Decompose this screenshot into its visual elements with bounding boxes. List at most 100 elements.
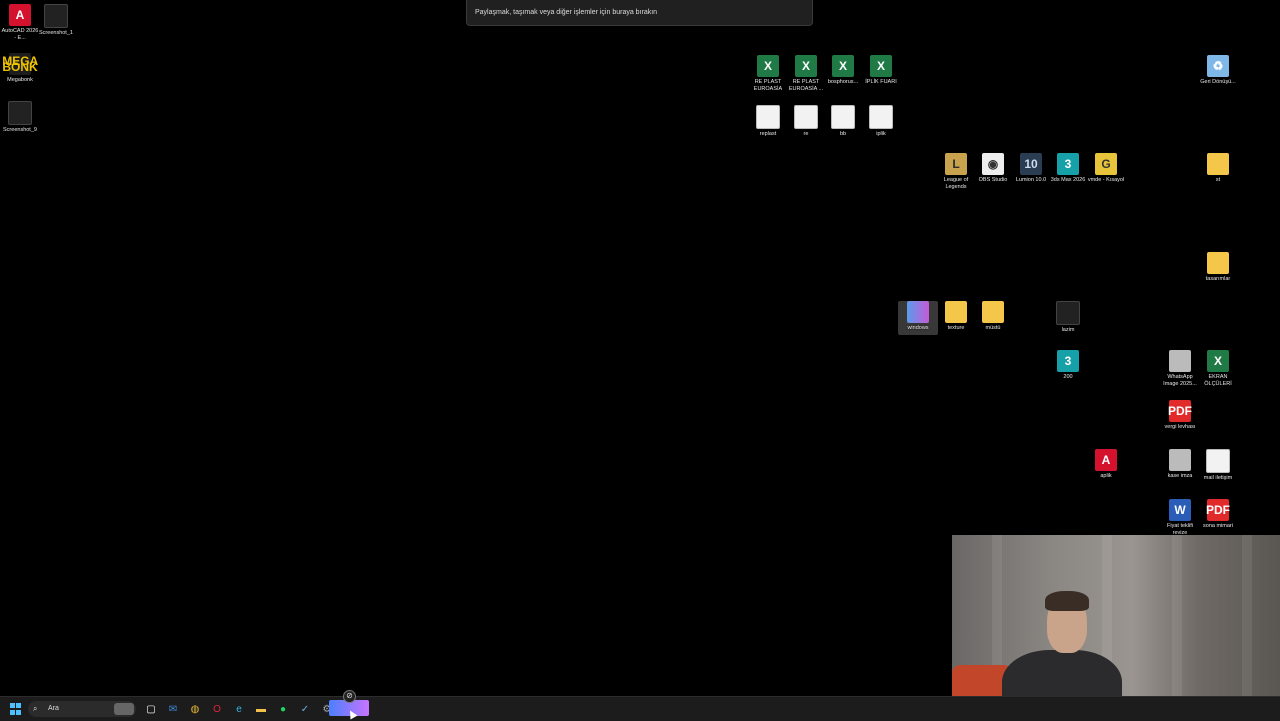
icon-label: replast [759, 131, 777, 137]
desktop-icon-screenshot-9[interactable]: Screenshot_9 [0, 101, 40, 134]
desktop-icon-vmde[interactable]: G vmde - Kısayol [1086, 153, 1126, 184]
desktop-icon-mail-iletisim[interactable]: mail iletişim [1198, 449, 1238, 482]
desktop-icon-replast[interactable]: replast [748, 105, 788, 138]
desktop-icon-max-200[interactable]: 3 200 [1048, 350, 1088, 381]
drop-to-share-toast[interactable]: Paylaşmak, taşımak veya diğer işlemler i… [466, 0, 813, 26]
desktop-icon-autocad[interactable]: A AutoCAD 2026 - E... [0, 4, 40, 42]
desktop-icon-texture-folder[interactable]: texture [936, 301, 976, 332]
task-view-icon[interactable]: ▢ [144, 702, 158, 716]
desktop-icon-megabonk[interactable]: MEGA BONK Megabonk [0, 53, 40, 84]
outlook-icon[interactable]: ✉ [166, 702, 180, 716]
search-placeholder: Ara [48, 705, 59, 712]
desktop-icon-whatsapp-image[interactable]: WhatsApp Image 2025... [1160, 350, 1200, 388]
desktop-icon-3ds-max-2026[interactable]: 3 3ds Max 2026 [1048, 153, 1088, 184]
screenshot-icon [8, 101, 32, 125]
taskbar: ⌕ Ara ▢ ✉ ◍ O e ▬ ● ✓ ⚙ [0, 696, 1280, 721]
excel-file-icon: X [795, 55, 817, 77]
desktop-icon-excel-replast-euroasia[interactable]: X RE PLAST EUROASİA [748, 55, 788, 93]
icon-label: iplik [876, 131, 886, 137]
curtain-fold [1242, 535, 1252, 720]
icon-label: st [1215, 177, 1221, 183]
desktop-icon-excel-iplik-fuari[interactable]: X İPLİK FUARI [861, 55, 901, 86]
icon-label: bosphorus... [827, 79, 859, 85]
file-explorer-icon[interactable]: ▬ [254, 702, 268, 716]
desktop-icon-fiyat-teklifi[interactable]: W Fiyat teklifi revize [1160, 499, 1200, 535]
folder-icon [982, 301, 1004, 323]
vmde-icon: G [1095, 153, 1117, 175]
excel-file-icon: X [1207, 350, 1229, 372]
screenshot-icon [1056, 301, 1080, 325]
desktop-icon-lumion[interactable]: 10 Lumion 10.0 [1011, 153, 1051, 184]
icon-label: bb [839, 131, 847, 137]
icon-label: sona mimari [1203, 523, 1233, 529]
steam-icon[interactable]: ✓ [298, 702, 312, 716]
icon-label: Screenshot_9 [3, 127, 37, 133]
word-file-icon: W [1169, 499, 1191, 521]
excel-file-icon: X [870, 55, 892, 77]
icon-label: Screenshot_1 [39, 30, 73, 36]
desktop-icon-ekran-olculeri[interactable]: X EKRAN ÖLÇÜLERİ [1198, 350, 1238, 388]
chrome-icon[interactable]: ◍ [188, 702, 202, 716]
desktop-icon-obs-studio[interactable]: ◉ OBS Studio [973, 153, 1013, 184]
desktop-icon-screenshot-1[interactable]: Screenshot_1 [36, 4, 76, 37]
image-file-icon [1169, 350, 1191, 372]
icon-label: vergi levhası [1164, 424, 1196, 430]
icon-label: Fiyat teklifi revize [1167, 523, 1193, 535]
desktop-icon-aplik[interactable]: A aplik [1086, 449, 1126, 480]
text-file-icon [831, 105, 855, 129]
icon-label: müstü [985, 325, 1001, 331]
desktop-icon-excel-bosphorus[interactable]: X bosphorus... [823, 55, 863, 86]
icon-label: re [803, 131, 809, 137]
desktop-icon-sona-mimari[interactable]: PDF sona mimari [1198, 499, 1238, 535]
icon-label: mail iletişim [1203, 475, 1233, 481]
windows-logo-icon [10, 703, 15, 708]
desktop-icon-recycle-bin[interactable]: ♻ Geri Dönüşü... [1198, 55, 1238, 86]
search-highlight-image [114, 703, 134, 715]
toast-text: Paylaşmak, taşımak veya diğer işlemler i… [475, 9, 658, 16]
desktop-icon-re[interactable]: re [786, 105, 826, 138]
folder-icon [1207, 252, 1229, 274]
pdf-file-icon: PDF [1168, 400, 1192, 422]
desktop-icon-windows-selected[interactable]: windows [898, 301, 938, 335]
search-icon: ⌕ [33, 704, 38, 713]
desktop-icon-iplik[interactable]: iplik [861, 105, 901, 138]
lumion-icon: 10 [1020, 153, 1042, 175]
webcam-overlay [952, 535, 1280, 720]
desktop-icon-kase-imza[interactable]: kase imza [1160, 449, 1200, 480]
drag-no-drop-icon: ⊘ [343, 690, 356, 703]
autocad-icon: A [9, 4, 31, 26]
icon-label: Megabonk [7, 77, 33, 83]
desktop-icon-st-folder[interactable]: st [1198, 153, 1238, 184]
recycle-bin-icon: ♻ [1207, 55, 1229, 77]
excel-file-icon: X [757, 55, 779, 77]
edge-icon[interactable]: e [232, 702, 246, 716]
desktop-icon-vergi-levhasi[interactable]: PDF vergi levhası [1160, 400, 1200, 431]
spotify-icon[interactable]: ● [276, 702, 290, 716]
autocad-file-icon: A [1095, 449, 1117, 471]
3ds-max-icon: 3 [1057, 153, 1079, 175]
desktop-icon-bb[interactable]: bb [823, 105, 863, 138]
text-file-icon [756, 105, 780, 129]
icon-label: OBS Studio [978, 177, 1008, 183]
desktop-icon-tasarimlar-folder[interactable]: tasarımlar [1198, 252, 1238, 283]
icon-label: tasarımlar [1205, 276, 1231, 282]
screenshot-icon [44, 4, 68, 28]
desktop-icon-league-of-legends[interactable]: L League of Legends [936, 153, 976, 191]
3ds-max-icon: 3 [1057, 350, 1079, 372]
opera-icon[interactable]: O [210, 702, 224, 716]
taskbar-search-box[interactable]: ⌕ Ara [28, 701, 136, 717]
icon-label: RE PLAST EUROASİA ... [788, 79, 824, 92]
icon-label: Geri Dönüşü... [1200, 79, 1236, 85]
desktop-icon-lazim[interactable]: lazim [1048, 301, 1088, 334]
image-file-icon [907, 301, 929, 323]
icon-label: 3ds Max 2026 [1050, 177, 1086, 183]
folder-icon [1207, 153, 1229, 175]
desktop-icon-excel-replast-euroasia-2[interactable]: X RE PLAST EUROASİA ... [786, 55, 826, 93]
desktop-icon-mustu-folder[interactable]: müstü [973, 301, 1013, 332]
pdf-file-icon: PDF [1206, 499, 1230, 521]
start-button[interactable] [9, 702, 22, 716]
icon-label: lazim [1061, 327, 1075, 333]
text-file-icon [869, 105, 893, 129]
megabonk-icon: MEGA BONK [2, 53, 39, 75]
folder-icon [945, 301, 967, 323]
